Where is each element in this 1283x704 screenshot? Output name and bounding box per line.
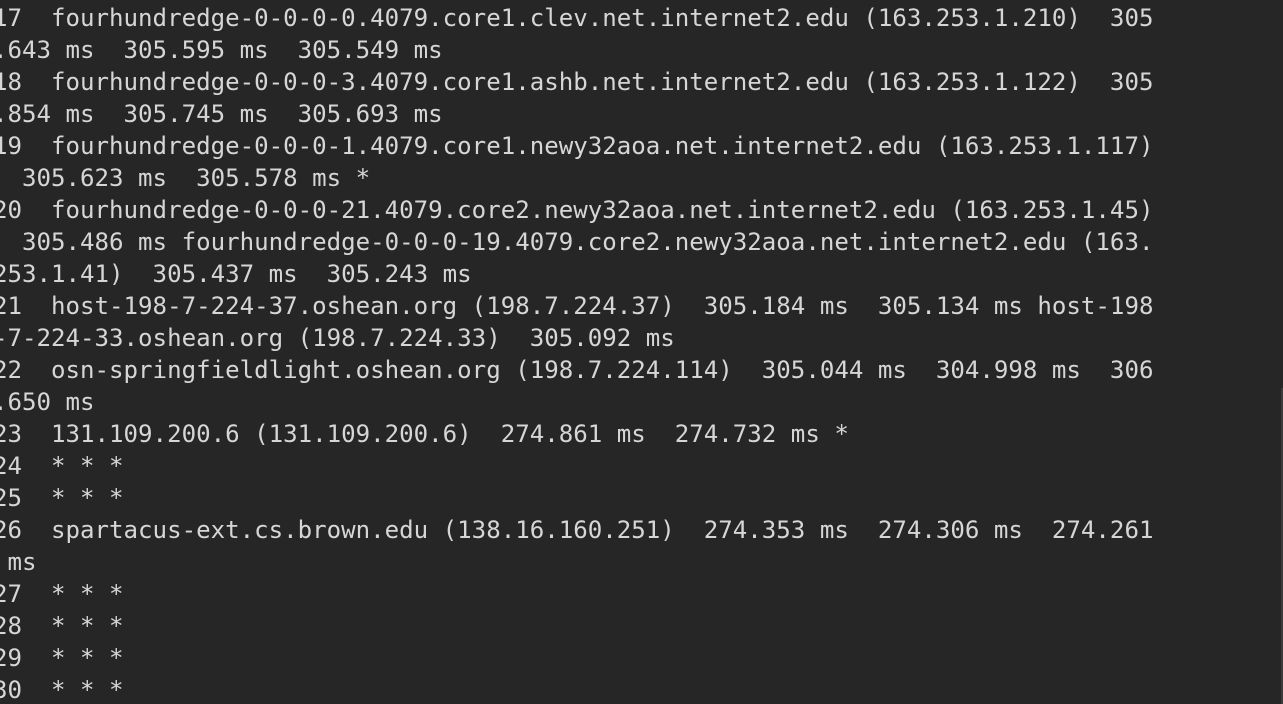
terminal-line: .854 ms 305.745 ms 305.693 ms (0, 100, 443, 128)
terminal-line: .650 ms (0, 388, 95, 416)
terminal-line: 20 fourhundredge-0-0-0-21.4079.core2.new… (0, 196, 1154, 224)
terminal-output[interactable]: 17 fourhundredge-0-0-0-0.4079.core1.clev… (0, 0, 1283, 704)
terminal-line: .643 ms 305.595 ms 305.549 ms (0, 36, 443, 64)
terminal-line: 22 osn-springfieldlight.oshean.org (198.… (0, 356, 1154, 384)
terminal-line: 28 * * * (0, 612, 124, 640)
terminal-line: 25 * * * (0, 484, 124, 512)
terminal-line: 21 host-198-7-224-37.oshean.org (198.7.2… (0, 292, 1154, 320)
terminal-line: 26 spartacus-ext.cs.brown.edu (138.16.16… (0, 516, 1154, 544)
terminal-line: 24 * * * (0, 452, 124, 480)
terminal-line: -7-224-33.oshean.org (198.7.224.33) 305.… (0, 324, 675, 352)
terminal-line: 27 * * * (0, 580, 124, 608)
terminal-line: 19 fourhundredge-0-0-0-1.4079.core1.newy… (0, 132, 1154, 160)
terminal-line: 30 * * * (0, 676, 124, 704)
terminal-line: 253.1.41) 305.437 ms 305.243 ms (0, 260, 472, 288)
terminal-line: 305.623 ms 305.578 ms * (0, 164, 371, 192)
terminal-line: 29 * * * (0, 644, 124, 672)
terminal-line: ms (7, 548, 37, 576)
terminal-line: 305.486 ms fourhundredge-0-0-0-19.4079.c… (0, 228, 1154, 256)
terminal-line: 23 131.109.200.6 (131.109.200.6) 274.861… (0, 420, 849, 448)
terminal-line: 18 fourhundredge-0-0-0-3.4079.core1.ashb… (0, 68, 1154, 96)
terminal-line: 17 fourhundredge-0-0-0-0.4079.core1.clev… (0, 4, 1154, 32)
